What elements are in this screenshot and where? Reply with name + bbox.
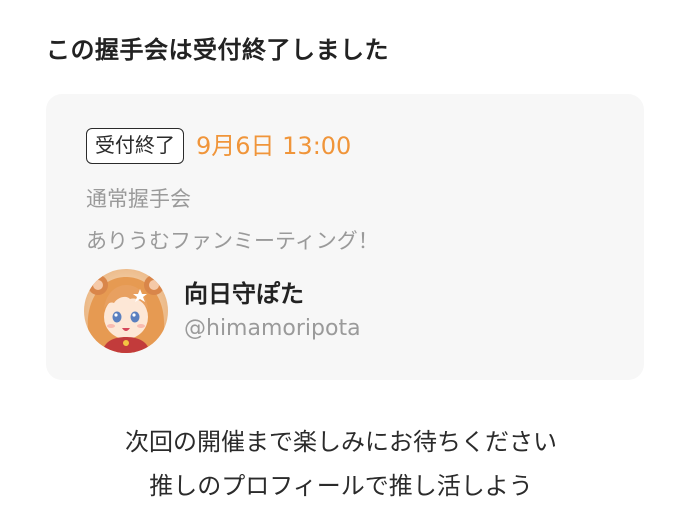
footer-line-1: 次回の開催まで楽しみにお待ちください: [125, 428, 557, 456]
event-meta-row: 受付終了 9月6日 13:00: [86, 128, 351, 164]
footer-message: 次回の開催まで楽しみにお待ちください 推しのプロフィールで推し活しよう: [0, 420, 682, 508]
status-badge: 受付終了: [86, 128, 184, 164]
event-card: 受付終了 9月6日 13:00 通常握手会 ありうむファンミーティング！ 向日守…: [46, 94, 644, 380]
talent-name[interactable]: 向日守ぽた: [184, 277, 361, 311]
event-description: ありうむファンミーティング！: [86, 229, 379, 253]
page: この握手会は受付終了しました 受付終了 9月6日 13:00 通常握手会 ありう…: [0, 0, 682, 530]
talent-handle: @himamoripota: [184, 316, 361, 341]
event-datetime: 9月6日 13:00: [196, 132, 352, 160]
avatar-image: [84, 269, 168, 353]
talent-profile[interactable]: 向日守ぽた @himamoripota: [84, 269, 361, 353]
talent-info: 向日守ぽた @himamoripota: [184, 277, 361, 345]
footer-line-2: 推しのプロフィールで推し活しよう: [149, 472, 533, 500]
page-title: この握手会は受付終了しました: [46, 36, 389, 64]
avatar[interactable]: [84, 269, 168, 353]
event-type: 通常握手会: [86, 187, 191, 211]
